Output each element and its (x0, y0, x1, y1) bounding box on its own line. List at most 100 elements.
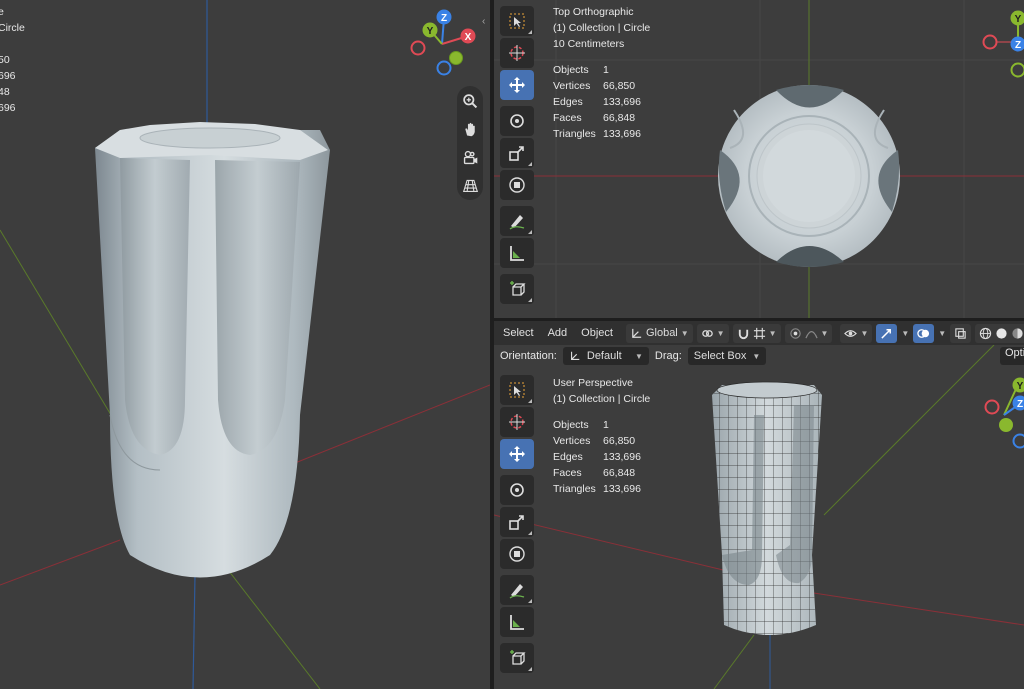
bottom-right-viewport[interactable]: User Perspective (1) Collection | Circle… (494, 345, 1024, 689)
left-viewport[interactable]: e Circle 50 696 48 696 Z X Y ‹ (0, 0, 490, 689)
viewport-header: Select Add Object Global ▼ ▼ ▼ ▼ ▼ ▼ ▼ (494, 321, 1024, 345)
visibility-dropdown[interactable]: ▼ (840, 323, 873, 343)
grid-icon[interactable] (459, 174, 481, 196)
chevron-down-icon[interactable]: ▼ (938, 329, 946, 338)
orientation-default-icon (570, 351, 580, 360)
link-icon (701, 329, 713, 337)
navigation-gizmo[interactable]: Z X Y (404, 6, 486, 82)
eye-icon (844, 329, 858, 337)
stat-row: Edges 133,696 (553, 96, 641, 108)
stat-row: Faces 66,848 (553, 467, 636, 479)
stat-row: Objects 1 (553, 419, 609, 431)
left-info-line: 48 (0, 86, 10, 98)
view-name: Top Orthographic (553, 6, 634, 18)
rotate-tool[interactable] (500, 106, 534, 136)
camera-icon[interactable] (459, 146, 481, 168)
chevron-down-icon: ▼ (634, 351, 643, 361)
chevron-down-icon: ▼ (716, 328, 725, 338)
left-info-line: e (0, 6, 4, 18)
transform-orientation-value: Global (645, 327, 678, 339)
proportional-edit-icon (789, 327, 801, 339)
select-box-tool[interactable] (500, 6, 534, 36)
chevron-down-icon: ▼ (680, 328, 689, 338)
chevron-down-icon: ▼ (768, 328, 777, 338)
gizmo-toggle[interactable] (876, 323, 898, 343)
stat-row: Edges 133,696 (553, 451, 641, 463)
collection-label: (1) Collection | Circle (553, 393, 651, 405)
perspective-navigation-gizmo[interactable]: Y Z (980, 375, 1024, 455)
proportional-editing-toggle[interactable]: ▼ (784, 323, 833, 343)
solid-shading-icon[interactable] (995, 327, 1008, 340)
scale-label: 10 Centimeters (553, 38, 625, 50)
scale-tool[interactable] (500, 507, 534, 537)
top-right-viewport[interactable]: Top Orthographic (1) Collection | Circle… (494, 0, 1024, 318)
drag-dropdown[interactable]: Select Box ▼ (687, 347, 767, 365)
top-view-info: Top Orthographic (1) Collection | Circle… (553, 4, 650, 52)
measure-tool[interactable] (500, 238, 534, 268)
add-cube-tool[interactable] (500, 643, 534, 673)
pivot-point-dropdown[interactable]: ▼ (696, 323, 729, 343)
left-info: e Circle 50 696 48 696 (0, 4, 25, 116)
annotate-tool[interactable] (500, 206, 534, 236)
cursor-tool[interactable] (500, 407, 534, 437)
measure-tool[interactable] (500, 607, 534, 637)
transform-orientation-dropdown[interactable]: Global ▼ (625, 323, 693, 343)
xray-toggle[interactable] (950, 323, 972, 343)
annotate-tool[interactable] (500, 575, 534, 605)
stat-row: Vertices 66,850 (553, 80, 636, 92)
wireframe-shading-icon[interactable] (979, 327, 992, 340)
xray-icon (955, 327, 966, 339)
scale-tool[interactable] (500, 138, 534, 168)
viewport-nav-buttons (457, 86, 483, 200)
view-name: User Perspective (553, 377, 633, 389)
snap-grid-icon (753, 327, 765, 339)
gizmo-y-label: Y (427, 26, 434, 37)
left-info-line: 696 (0, 70, 16, 82)
hand-pan-icon[interactable] (459, 118, 481, 140)
perspective-stats: Objects 1 Vertices 66,850 Edges 133,696 Fac… (553, 417, 641, 497)
menu-add[interactable]: Add (543, 325, 573, 341)
gizmo-arrow-icon (881, 328, 892, 339)
stat-row: Triangles 133,696 (553, 128, 641, 140)
snap-toggle[interactable]: ▼ (732, 323, 781, 343)
menu-object[interactable]: Object (576, 325, 618, 341)
chevron-down-icon: ▼ (752, 351, 761, 361)
gizmo-y-label: Y (1015, 14, 1022, 25)
left-scene (0, 0, 490, 689)
cursor-tool[interactable] (500, 38, 534, 68)
gizmo-z-label: Z (441, 13, 447, 24)
menu-select[interactable]: Select (498, 325, 539, 341)
left-info-line: 696 (0, 102, 16, 114)
select-box-tool[interactable] (500, 375, 534, 405)
chevron-down-icon[interactable]: ▼ (901, 329, 909, 338)
move-tool[interactable] (500, 70, 534, 100)
options-button[interactable]: Opti (1000, 347, 1024, 365)
top-stats: Objects 1 Vertices 66,850 Edges 133,696 Fac… (553, 62, 641, 142)
zoom-icon[interactable] (459, 90, 481, 112)
stat-row: Objects 1 (553, 64, 609, 76)
add-cube-tool[interactable] (500, 274, 534, 304)
left-info-line: Circle (0, 22, 25, 34)
drag-label: Drag: (654, 350, 682, 362)
move-tool[interactable] (500, 439, 534, 469)
gizmo-z-label: Z (1017, 399, 1023, 410)
collapse-arrow-icon[interactable]: ‹ (482, 16, 485, 27)
transform-tool[interactable] (500, 170, 534, 200)
overlays-toggle[interactable] (913, 323, 935, 343)
top-navigation-gizmo[interactable]: Y Z (974, 4, 1024, 84)
magnet-icon (738, 329, 748, 339)
chevron-down-icon: ▼ (860, 328, 869, 338)
falloff-curve-icon (804, 330, 818, 338)
gizmo-x-label: X (465, 32, 472, 43)
rotate-tool[interactable] (500, 475, 534, 505)
shading-modes[interactable] (975, 323, 1024, 343)
gizmo-z-label: Z (1015, 40, 1021, 51)
chevron-down-icon: ▼ (820, 328, 829, 338)
tool-settings-bar: Orientation: Default ▼ Drag: Select Box … (494, 345, 1024, 367)
material-shading-icon[interactable] (1011, 327, 1024, 340)
orientation-dropdown[interactable]: Default ▼ (562, 347, 649, 365)
transform-tool[interactable] (500, 539, 534, 569)
orientation-label: Orientation: (500, 350, 557, 362)
orientation-value: Default (586, 350, 622, 362)
collection-label: (1) Collection | Circle (553, 22, 651, 34)
